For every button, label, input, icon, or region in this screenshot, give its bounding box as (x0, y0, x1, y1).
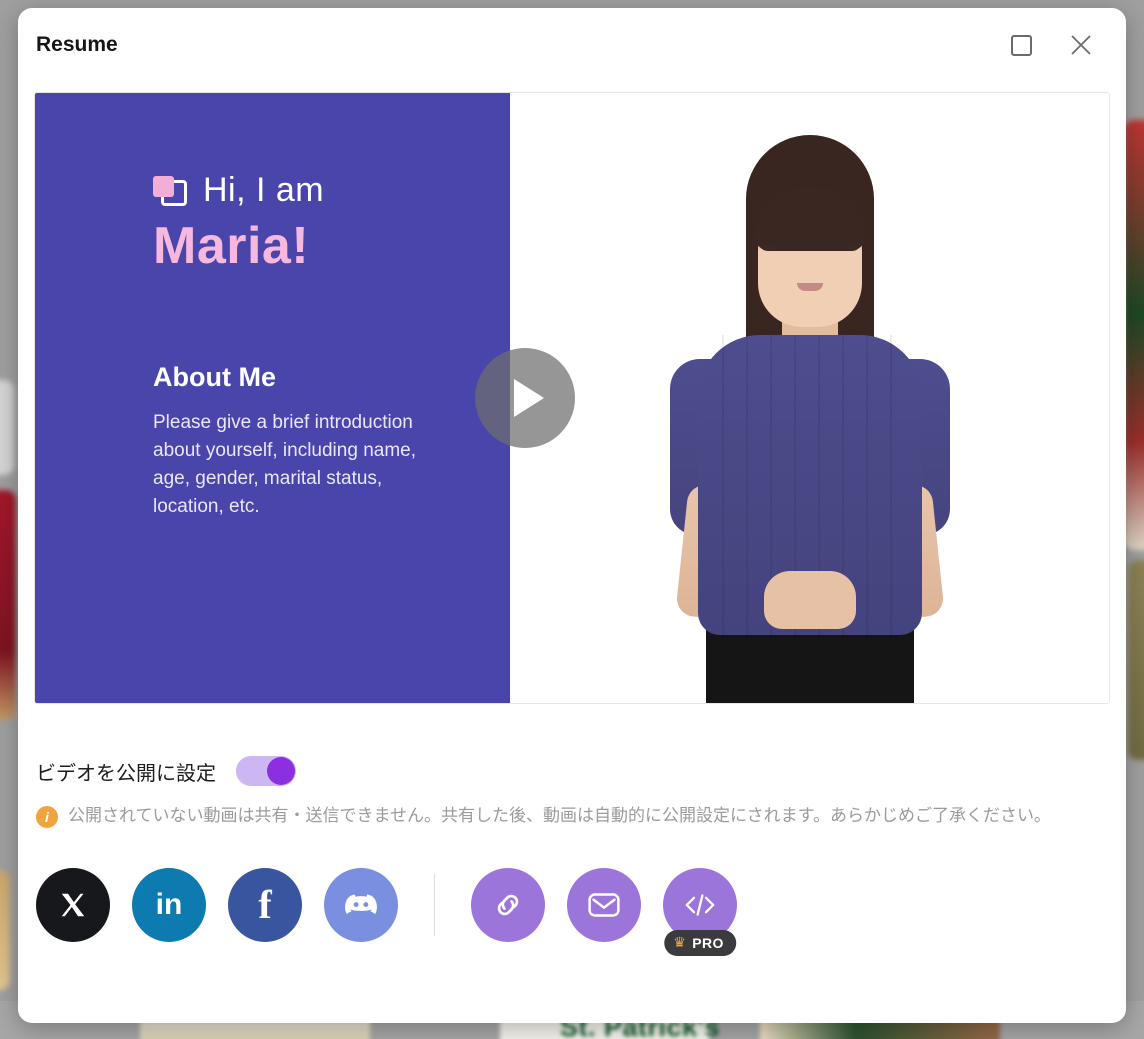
slide-about-body: Please give a brief introduction about y… (153, 412, 416, 518)
public-toggle-label: ビデオを公開に設定 (36, 762, 216, 785)
copy-link-button[interactable] (471, 867, 545, 942)
public-toggle[interactable] (236, 756, 296, 786)
privacy-notice-text: 公開されていない動画は共有・送信できません。共有した後、動画は自動的に公開設定に… (68, 806, 1051, 825)
email-icon (588, 892, 620, 917)
window-controls (1004, 28, 1106, 62)
resume-modal: Resume Hi, I am Maria! About Me Please g… (18, 8, 1126, 1023)
close-icon (1071, 35, 1091, 55)
privacy-notice: i 公開されていない動画は共有・送信できません。共有した後、動画は自動的に公開設… (36, 802, 1108, 830)
linkedin-icon: in (155, 887, 183, 921)
presenter-avatar (660, 103, 960, 703)
play-icon (514, 379, 544, 417)
share-bar: in f ♛ PRO (36, 867, 1126, 956)
modal-header: Resume (18, 8, 1126, 82)
close-button[interactable] (1064, 28, 1098, 62)
maximize-icon (1010, 34, 1032, 56)
background-card (0, 380, 14, 475)
slide-greeting-row: Hi, I am (153, 171, 510, 210)
slide-name: Maria! (153, 217, 310, 275)
pro-badge: ♛ PRO (664, 929, 736, 956)
video-preview[interactable]: Hi, I am Maria! About Me Please give a b… (34, 92, 1110, 704)
pro-badge-label: PRO (692, 934, 724, 951)
public-setting-row: ビデオを公開に設定 (36, 756, 1126, 786)
embed-code-button[interactable]: ♛ PRO (663, 867, 737, 956)
share-divider (434, 873, 435, 936)
share-facebook-button[interactable]: f (228, 867, 302, 942)
background-card (1124, 120, 1144, 550)
page-title: Resume (36, 33, 118, 56)
background-card (0, 870, 10, 990)
maximize-button[interactable] (1004, 28, 1038, 62)
share-x-button[interactable] (36, 867, 110, 942)
background-card (1128, 560, 1144, 760)
x-twitter-icon (61, 893, 85, 916)
slide-greeting: Hi, I am (203, 171, 325, 209)
share-linkedin-button[interactable]: in (132, 867, 206, 942)
video-slide-left: Hi, I am Maria! About Me Please give a b… (35, 93, 510, 703)
video-slide-right (510, 93, 1109, 703)
discord-icon (345, 893, 377, 914)
send-email-button[interactable] (567, 867, 641, 942)
facebook-icon: f (258, 881, 272, 927)
toggle-knob (267, 757, 295, 785)
app-logo-icon (153, 175, 187, 206)
share-discord-button[interactable] (324, 867, 398, 942)
crown-icon: ♛ (673, 934, 687, 951)
link-icon (497, 894, 519, 915)
slide-about-heading: About Me (153, 362, 276, 392)
info-icon: i (36, 806, 58, 828)
play-button[interactable] (475, 348, 575, 448)
background-card (0, 490, 16, 720)
code-icon (685, 893, 715, 916)
